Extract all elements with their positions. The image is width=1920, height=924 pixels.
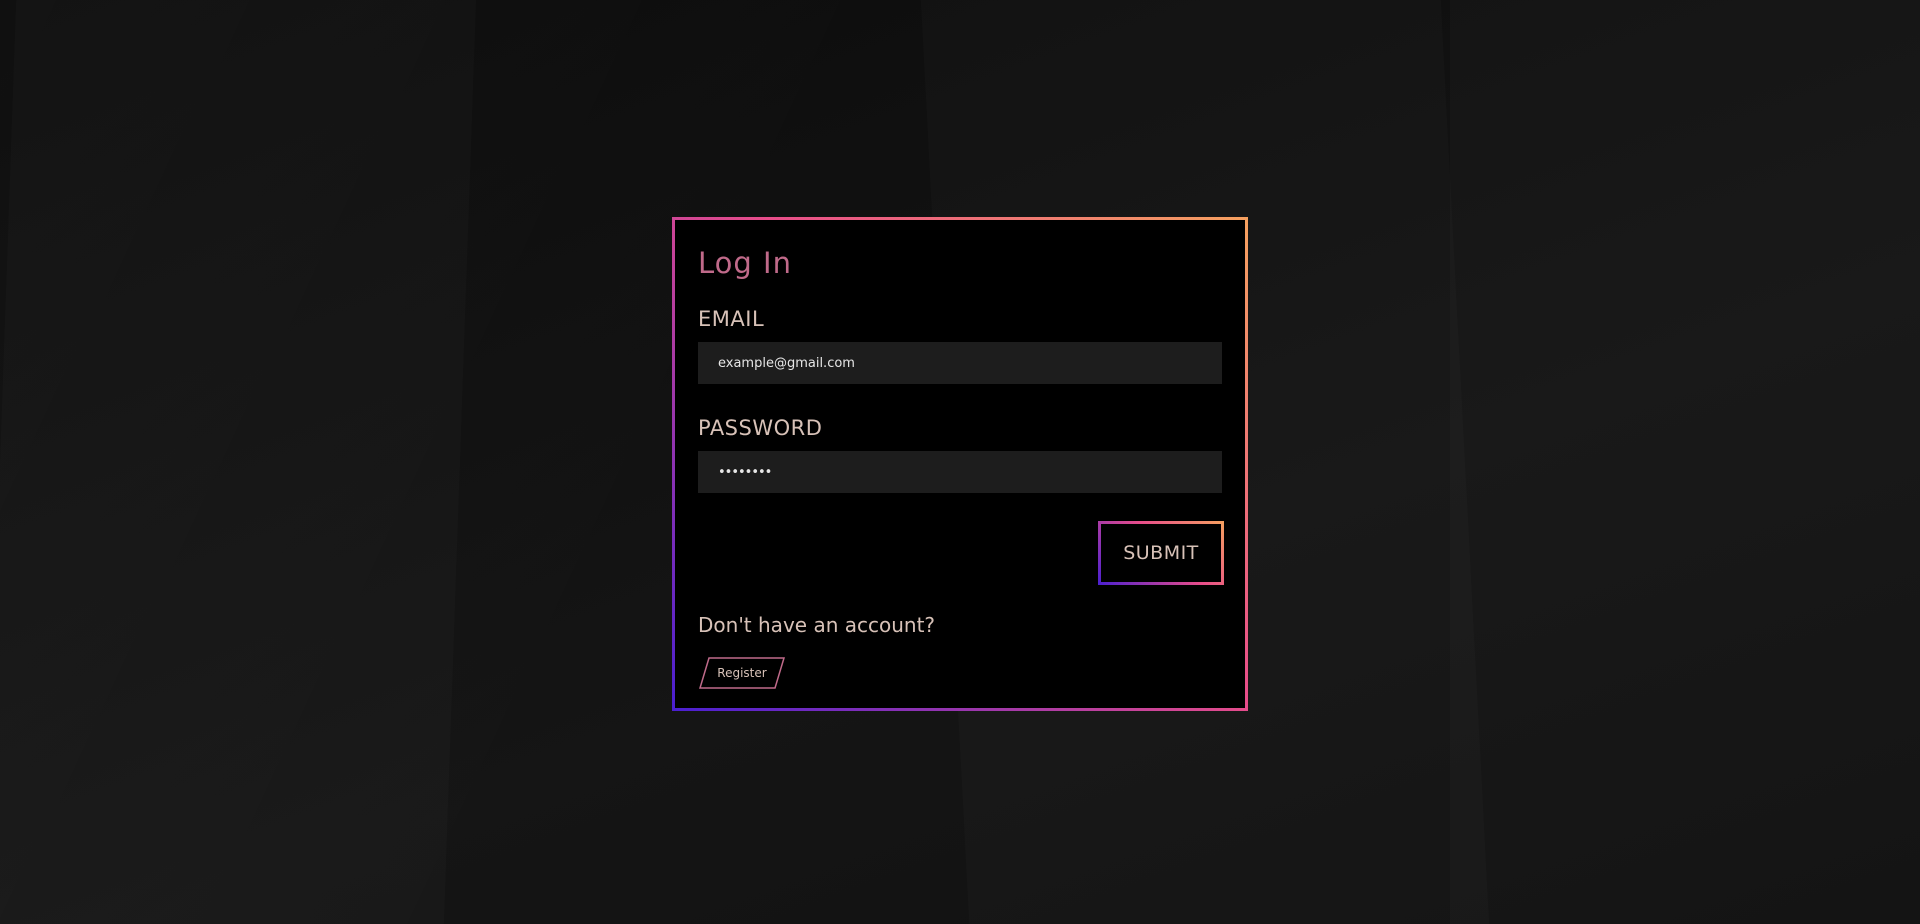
page-title: Log In (698, 246, 792, 280)
account-prompt: Don't have an account? (698, 613, 936, 637)
register-button[interactable]: Register (699, 657, 785, 689)
submit-button-label: SUBMIT (1101, 524, 1221, 582)
submit-button[interactable]: SUBMIT (1098, 521, 1224, 585)
email-label: EMAIL (698, 307, 765, 331)
login-form: Log In EMAIL PASSWORD SUBMIT Don't have … (675, 220, 1245, 708)
login-card: Log In EMAIL PASSWORD SUBMIT Don't have … (672, 217, 1248, 711)
password-field[interactable] (698, 451, 1222, 493)
background-facet (0, 0, 476, 924)
email-field[interactable] (698, 342, 1222, 384)
register-button-label: Register (717, 666, 767, 680)
background-facet (1450, 0, 1920, 924)
password-label: PASSWORD (698, 416, 823, 440)
